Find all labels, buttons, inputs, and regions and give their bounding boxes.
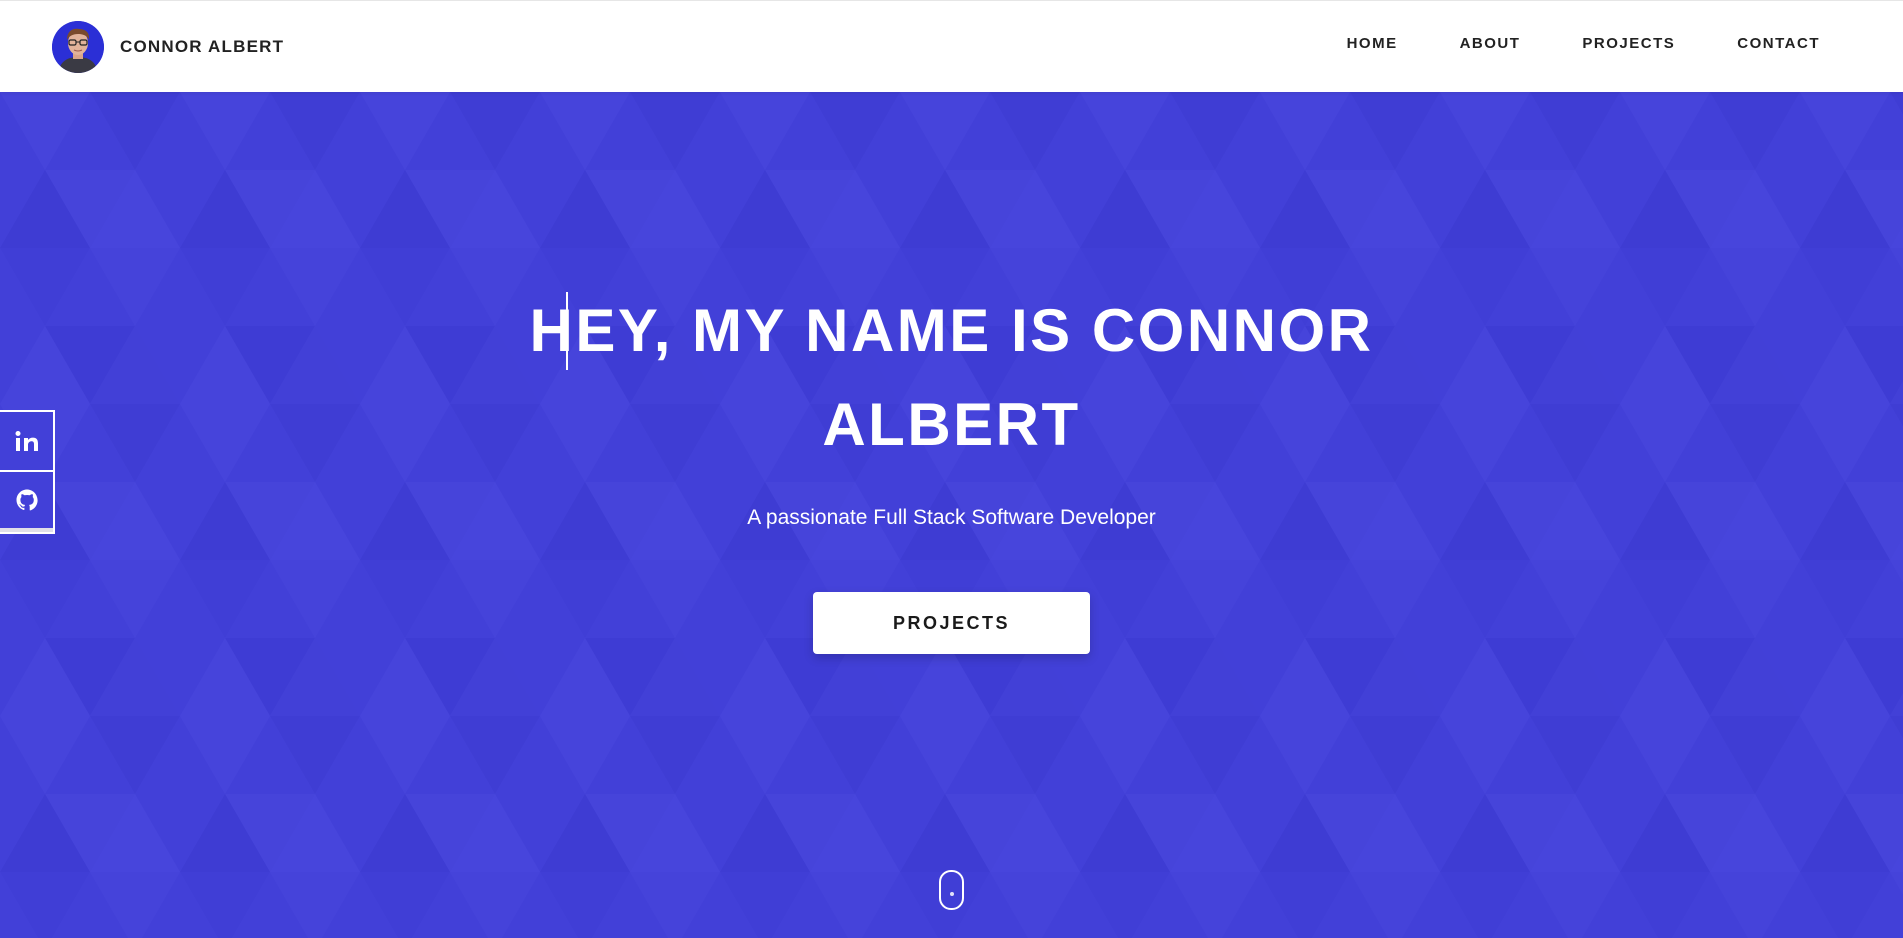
hero-subtitle: A passionate Full Stack Software Develop… (747, 506, 1156, 529)
avatar (52, 21, 104, 73)
hero-title-line-1: HEY, MY NAME IS CONNOR (529, 297, 1374, 364)
social-sidebar-edge (0, 528, 53, 532)
nav-home[interactable]: HOME (1347, 35, 1398, 52)
github-icon (16, 489, 38, 511)
brand-link[interactable]: CONNOR ALBERT (52, 21, 284, 73)
social-sidebar (0, 410, 55, 534)
github-link[interactable] (0, 470, 53, 528)
nav-about[interactable]: ABOUT (1460, 35, 1521, 52)
linkedin-link[interactable] (0, 412, 53, 470)
hero-section: HEY, MY NAME IS CONNOR ALBERT A passiona… (0, 92, 1903, 938)
site-header: CONNOR ALBERT HOME ABOUT PROJECTS CONTAC… (0, 0, 1903, 92)
projects-button[interactable]: PROJECTS (813, 592, 1090, 654)
nav-projects[interactable]: PROJECTS (1582, 35, 1675, 52)
mouse-scroll-icon[interactable] (939, 870, 964, 910)
linkedin-icon (15, 431, 38, 451)
hero-title: HEY, MY NAME IS CONNOR ALBERT (0, 284, 1903, 472)
hero-title-line-2: ALBERT (822, 391, 1081, 458)
nav-contact[interactable]: CONTACT (1737, 35, 1820, 52)
profile-photo-icon (52, 21, 104, 73)
brand-name: CONNOR ALBERT (120, 37, 285, 56)
mouse-scroll-dot (950, 892, 954, 896)
main-nav: HOME ABOUT PROJECTS CONTACT (1285, 35, 1820, 52)
